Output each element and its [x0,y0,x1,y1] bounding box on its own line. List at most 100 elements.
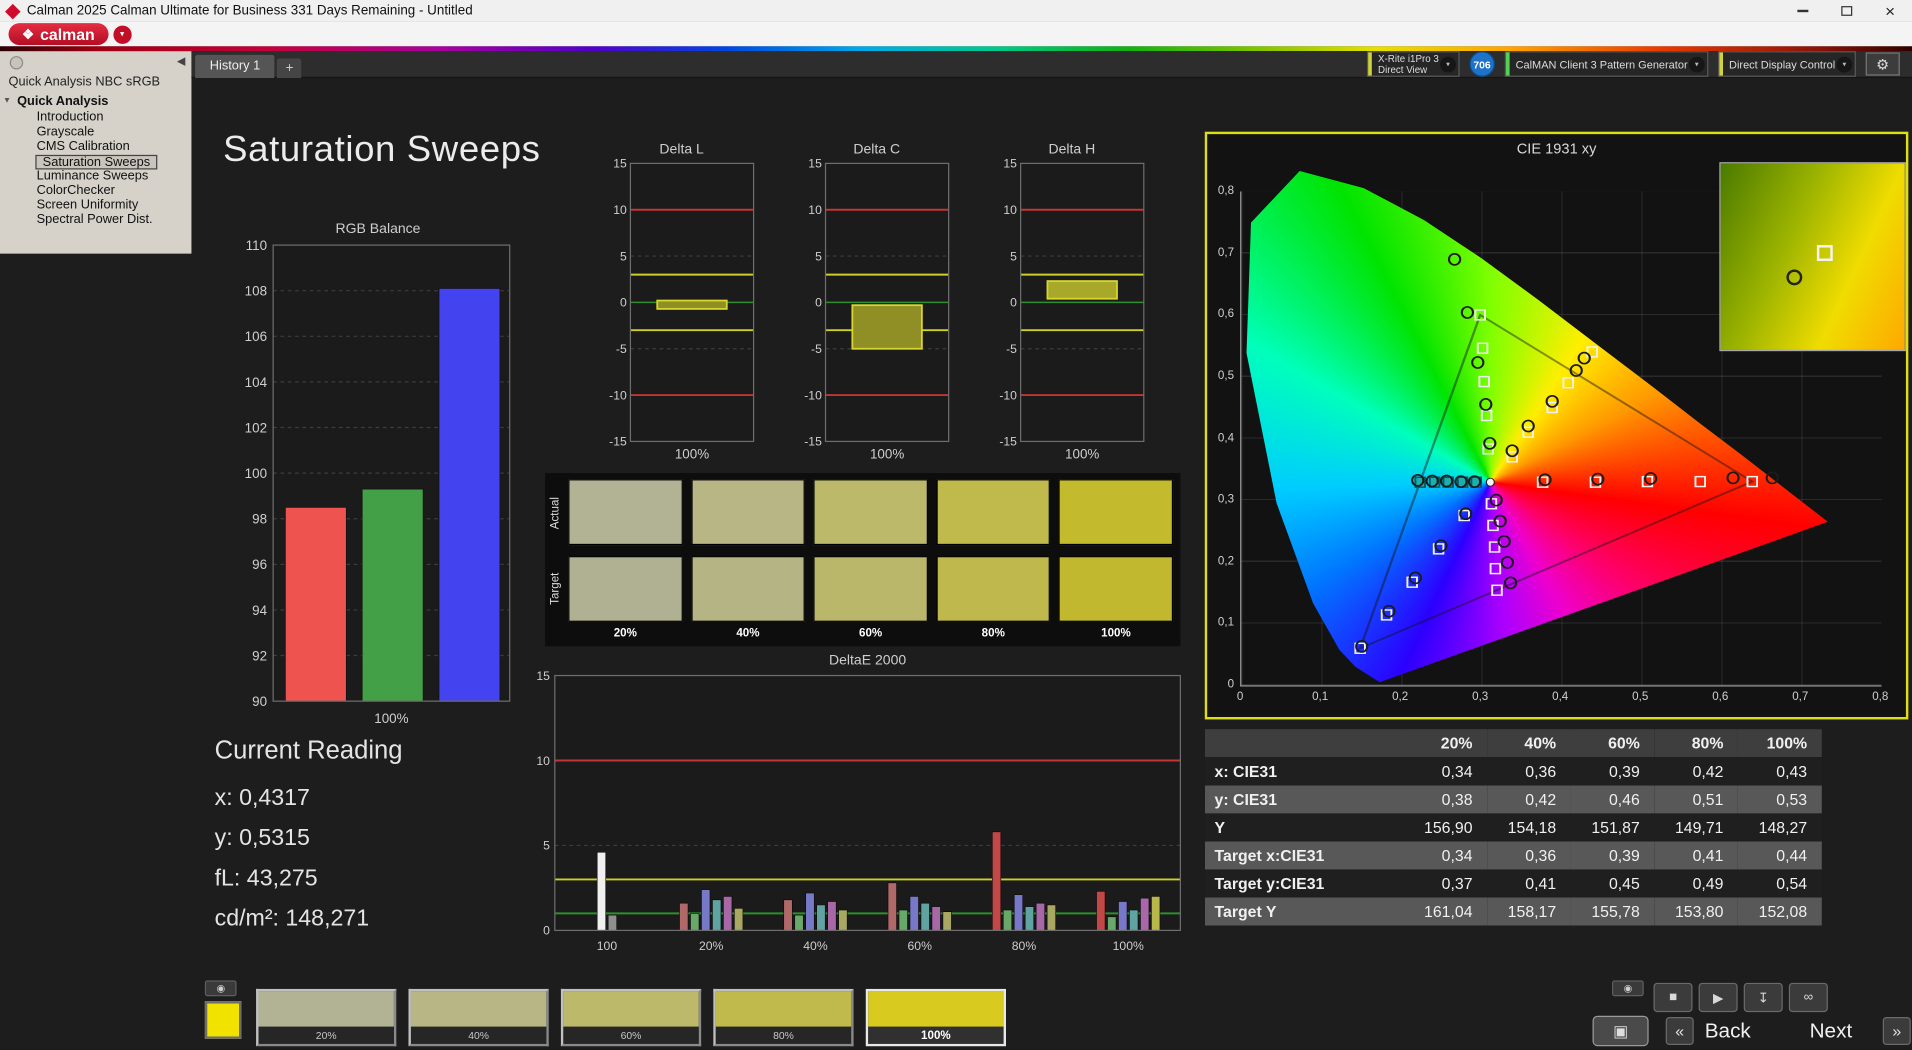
svg-text:100: 100 [597,939,618,953]
calman-menu-button[interactable]: ❖ calman [8,23,109,46]
pattern-preview-button[interactable]: ◉ [1612,980,1644,997]
stop-icon: ■ [1668,990,1678,1005]
patch-column: 60% [813,479,928,640]
svg-text:80%: 80% [1012,939,1037,953]
cie-1931-chart: CIE 1931 xy 0 0,1 0,2 0,3 0,4 0,5 0,6 0,7 0,8 00… [1204,131,1909,720]
cie-x-tick: 0,3 [1472,690,1489,704]
maximize-button[interactable] [1824,0,1868,22]
svg-text:106: 106 [245,329,267,344]
table-cell: 0,42 [1487,785,1571,814]
patch-preview-button[interactable]: ◉ [204,980,237,997]
reference-color-swatch [204,1001,242,1039]
table-row-label: Y [1204,813,1404,842]
back-chevrons-icon: « [1675,1021,1685,1041]
calman-menu-dropdown[interactable]: ▾ [113,24,132,44]
settings-gear-button[interactable]: ⚙ [1865,52,1900,76]
display-control-button[interactable]: Direct Display Control ▾ [1718,51,1856,77]
window-controls: × [1780,0,1912,22]
back-label[interactable]: Back [1705,1019,1751,1043]
page-title: Saturation Sweeps [223,129,541,170]
meter-badge[interactable]: 706 [1469,51,1495,77]
workflow-tree: ▾ Quick Analysis Introduction Grayscale CM… [0,93,191,228]
sidebar-item-saturation-sweeps[interactable]: Saturation Sweeps [35,154,158,170]
meter-button[interactable]: X-Rite i1Pro 3 Direct View ▾ [1367,51,1460,77]
saturation-patch-100%[interactable]: 100% [865,988,1006,1047]
table-cell: 158,17 [1487,897,1571,926]
pattern-window-button[interactable]: ▣ [1592,1015,1649,1047]
next-chevrons-icon: » [1892,1021,1902,1041]
table-cell: 0,43 [1738,757,1822,786]
table-column-header: 100% [1738,729,1822,758]
play-button[interactable]: ▶ [1698,982,1738,1013]
reading-value: y: 0,5315 [214,825,310,852]
svg-text:10: 10 [613,203,627,217]
tree-root-label: Quick Analysis [17,93,109,109]
tab-history-1[interactable]: History 1 [195,54,275,78]
pattern-window-icon: ▣ [1613,1021,1629,1040]
cie-y-tick: 0,1 [1217,616,1235,630]
delta-c-title: Delta C [853,142,901,158]
sidebar-item-spectral-power-dist-[interactable]: Spectral Power Dist. [0,212,191,228]
collapse-sidebar-icon[interactable]: ◀ [177,55,185,68]
svg-text:100%: 100% [1065,446,1099,461]
saturation-patch-20%[interactable]: 20% [256,988,397,1047]
target-swatch [813,556,928,622]
loop-icon: ∞ [1803,990,1814,1005]
sidebar-item-grayscale[interactable]: Grayscale [0,124,191,140]
table-cell: 151,87 [1570,813,1655,842]
table-cell: 0,36 [1487,841,1571,870]
pattern-generator-button[interactable]: CalMAN Client 3 Pattern Generator ▾ [1504,51,1709,77]
saturation-patch-60%[interactable]: 60% [560,988,702,1047]
chevron-down-icon[interactable]: ▾ [1836,56,1853,72]
status-dot-icon[interactable] [9,56,24,70]
svg-text:15: 15 [1003,159,1017,171]
svg-text:5: 5 [815,249,822,263]
target-swatch [1058,556,1174,622]
svg-text:-5: -5 [616,342,627,356]
continuous-measure-button[interactable]: ∞ [1788,982,1828,1013]
window-title: Calman 2025 Calman Ultimate for Business… [26,3,473,19]
next-chevron-button[interactable]: » [1882,1016,1911,1046]
table-cell: 0,54 [1738,869,1822,898]
play-icon: ▶ [1712,990,1724,1006]
back-chevron-button[interactable]: « [1665,1016,1694,1046]
svg-text:100%: 100% [1113,939,1144,953]
table-cell: 0,41 [1487,869,1571,898]
patch-comparison-grid: Actual Target 20% 40% 60% 80% 100% [545,473,1181,647]
table-cell: 0,44 [1738,841,1822,870]
pattern-status-accent [1505,52,1510,76]
save-icon: ↧ [1757,990,1769,1006]
sidebar-item-introduction[interactable]: Introduction [0,110,191,126]
add-tab-button[interactable]: + [277,57,302,78]
cie-zoom-inset [1719,162,1906,352]
patch-label: 100% [868,1026,1004,1044]
deltae-title: DeltaE 2000 [828,653,907,669]
saturation-patch-40%[interactable]: 40% [408,988,549,1047]
close-button[interactable]: × [1868,0,1912,22]
svg-text:40%: 40% [803,939,828,953]
cie-y-tick: 0,7 [1217,245,1235,260]
save-button[interactable]: ↧ [1743,982,1783,1013]
target-swatch [568,556,683,622]
svg-text:-10: -10 [609,388,627,402]
svg-text:96: 96 [252,557,267,572]
delta-c-chart: -15 -10 -5 0 5 10 15 100% [804,159,950,461]
sidebar-item-screen-uniformity[interactable]: Screen Uniformity [0,198,191,214]
svg-text:100%: 100% [870,446,904,461]
saturation-patch-80%[interactable]: 80% [713,988,854,1047]
table-cell: 0,45 [1570,869,1655,898]
sidebar-item-cms-calibration[interactable]: CMS Calibration [0,139,191,155]
stop-button[interactable]: ■ [1653,982,1693,1013]
minimize-button[interactable] [1780,0,1824,22]
chevron-down-icon[interactable]: ▾ [1439,56,1456,72]
tree-root[interactable]: ▾ Quick Analysis [0,93,191,111]
meter-name: X-Rite i1Pro 3 [1378,53,1439,65]
cie-y-tick: 0,8 [1217,184,1235,198]
calman-window: Calman 2025 Calman Ultimate for Business… [0,0,1912,1050]
cie-y-axis-labels: 0 0,1 0,2 0,3 0,4 0,5 0,6 0,7 0,8 [1207,134,1237,717]
next-label[interactable]: Next [1810,1019,1853,1043]
table-cell: 152,08 [1738,897,1822,926]
chevron-down-icon[interactable]: ▾ [1688,56,1705,72]
table-cell: 0,46 [1570,785,1655,814]
target-row-label: Target [548,572,563,606]
